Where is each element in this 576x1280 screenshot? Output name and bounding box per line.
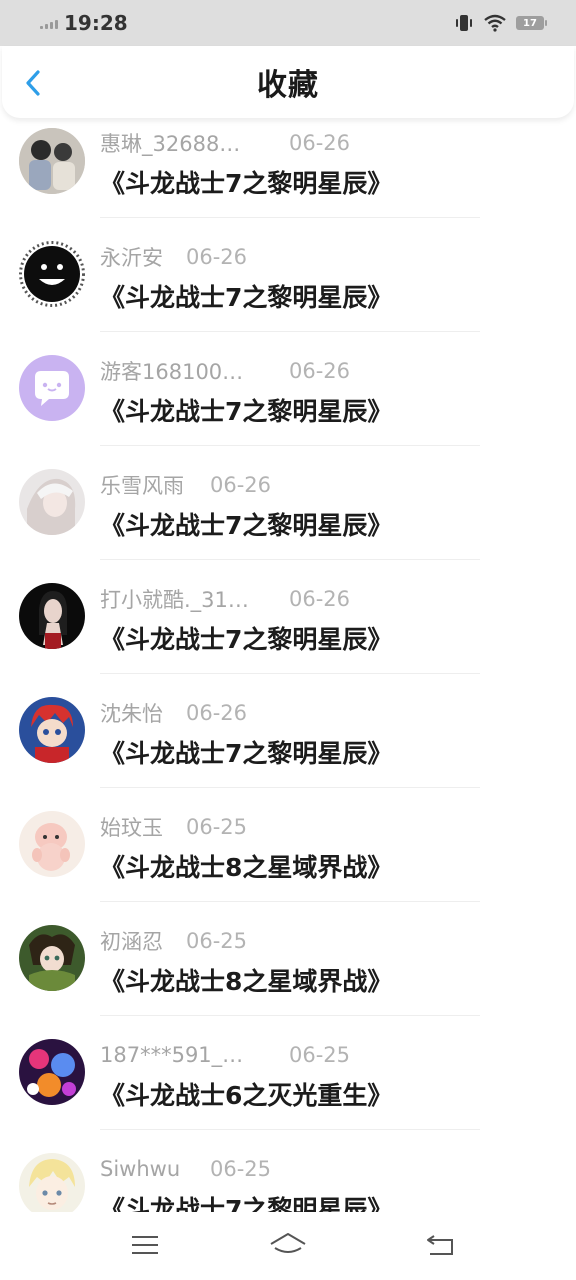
work-title[interactable]: 《斗龙战士7之黎明星辰》	[100, 734, 392, 770]
list-item[interactable]: 永沂安 06-26 《斗龙战士7之黎明星辰》	[0, 232, 576, 346]
avatar[interactable]	[19, 811, 85, 877]
divider	[100, 901, 480, 902]
list-item[interactable]: 打小就酷._31… 06-26 《斗龙战士7之黎明星辰》	[0, 574, 576, 688]
work-title[interactable]: 《斗龙战士7之黎明星辰》	[100, 506, 392, 542]
avatar[interactable]	[19, 241, 85, 307]
username: Siwhwu	[100, 1157, 181, 1181]
date: 06-25	[186, 815, 248, 839]
divider	[100, 1015, 480, 1016]
username: 初涵忍	[100, 930, 163, 954]
avatar[interactable]	[19, 1039, 85, 1105]
divider	[100, 1129, 480, 1130]
status-bar: 19:28 17	[0, 0, 576, 46]
avatar[interactable]	[19, 355, 85, 421]
bottom-nav	[0, 1212, 576, 1280]
divider	[100, 217, 480, 218]
avatar[interactable]	[19, 697, 85, 763]
signal-icon	[40, 17, 58, 29]
work-title[interactable]: 《斗龙战士7之黎明星辰》	[100, 1190, 392, 1212]
page-title: 收藏	[257, 68, 319, 103]
username: 乐雪风雨	[100, 474, 184, 498]
work-title[interactable]: 《斗龙战士8之星域界战》	[100, 962, 392, 998]
date: 06-26	[289, 131, 351, 155]
list-item[interactable]: 惠琳_32688… 06-26 《斗龙战士7之黎明星辰》	[0, 118, 576, 232]
username: 打小就酷._31…	[100, 588, 249, 612]
date: 06-25	[186, 929, 248, 953]
favorites-list: 惠琳_32688… 06-26 《斗龙战士7之黎明星辰》 永沂安 06-26 《…	[0, 118, 576, 1212]
battery-level: 17	[523, 17, 537, 29]
divider	[100, 673, 480, 674]
wifi-icon	[484, 14, 506, 32]
date: 06-25	[289, 1043, 351, 1067]
avatar[interactable]	[19, 583, 85, 649]
avatar[interactable]	[19, 925, 85, 991]
menu-icon[interactable]	[128, 1230, 162, 1260]
username: 游客168100…	[100, 360, 244, 384]
divider	[100, 445, 480, 446]
battery-icon: 17	[516, 16, 547, 30]
divider	[100, 559, 480, 560]
list-item[interactable]: 沈朱怡 06-26 《斗龙战士7之黎明星辰》	[0, 688, 576, 802]
avatar[interactable]	[19, 1153, 85, 1212]
list-item[interactable]: 游客168100… 06-26 《斗龙战士7之黎明星辰》	[0, 346, 576, 460]
work-title[interactable]: 《斗龙战士7之黎明星辰》	[100, 164, 392, 200]
username: 187***591_…	[100, 1043, 244, 1067]
avatar[interactable]	[19, 128, 85, 194]
list-item[interactable]: Siwhwu 06-25 《斗龙战士7之黎明星辰》	[0, 1144, 576, 1212]
work-title[interactable]: 《斗龙战士7之黎明星辰》	[100, 620, 392, 656]
vibrate-icon	[456, 15, 472, 31]
work-title[interactable]: 《斗龙战士6之灭光重生》	[100, 1076, 392, 1112]
date: 06-26	[186, 245, 248, 269]
date: 06-26	[210, 473, 272, 497]
work-title[interactable]: 《斗龙战士8之星域界战》	[100, 848, 392, 884]
home-icon[interactable]	[268, 1230, 308, 1260]
username: 惠琳_32688…	[100, 132, 241, 156]
divider	[100, 331, 480, 332]
list-item[interactable]: 始玟玉 06-25 《斗龙战士8之星域界战》	[0, 802, 576, 916]
status-time: 19:28	[64, 11, 128, 35]
list-item[interactable]: 乐雪风雨 06-26 《斗龙战士7之黎明星辰》	[0, 460, 576, 574]
date: 06-26	[186, 701, 248, 725]
chevron-left-icon[interactable]	[20, 68, 48, 98]
list-item[interactable]: 187***591_… 06-25 《斗龙战士6之灭光重生》	[0, 1030, 576, 1144]
list-item[interactable]: 初涵忍 06-25 《斗龙战士8之星域界战》	[0, 916, 576, 1030]
work-title[interactable]: 《斗龙战士7之黎明星辰》	[100, 392, 392, 428]
username: 沈朱怡	[100, 702, 163, 726]
divider	[100, 787, 480, 788]
username: 永沂安	[100, 246, 163, 270]
nav-header: 收藏	[2, 46, 574, 118]
avatar[interactable]	[19, 469, 85, 535]
date: 06-25	[210, 1157, 272, 1181]
return-icon[interactable]	[424, 1230, 458, 1260]
date: 06-26	[289, 587, 351, 611]
username: 始玟玉	[100, 816, 163, 840]
date: 06-26	[289, 359, 351, 383]
work-title[interactable]: 《斗龙战士7之黎明星辰》	[100, 278, 392, 314]
